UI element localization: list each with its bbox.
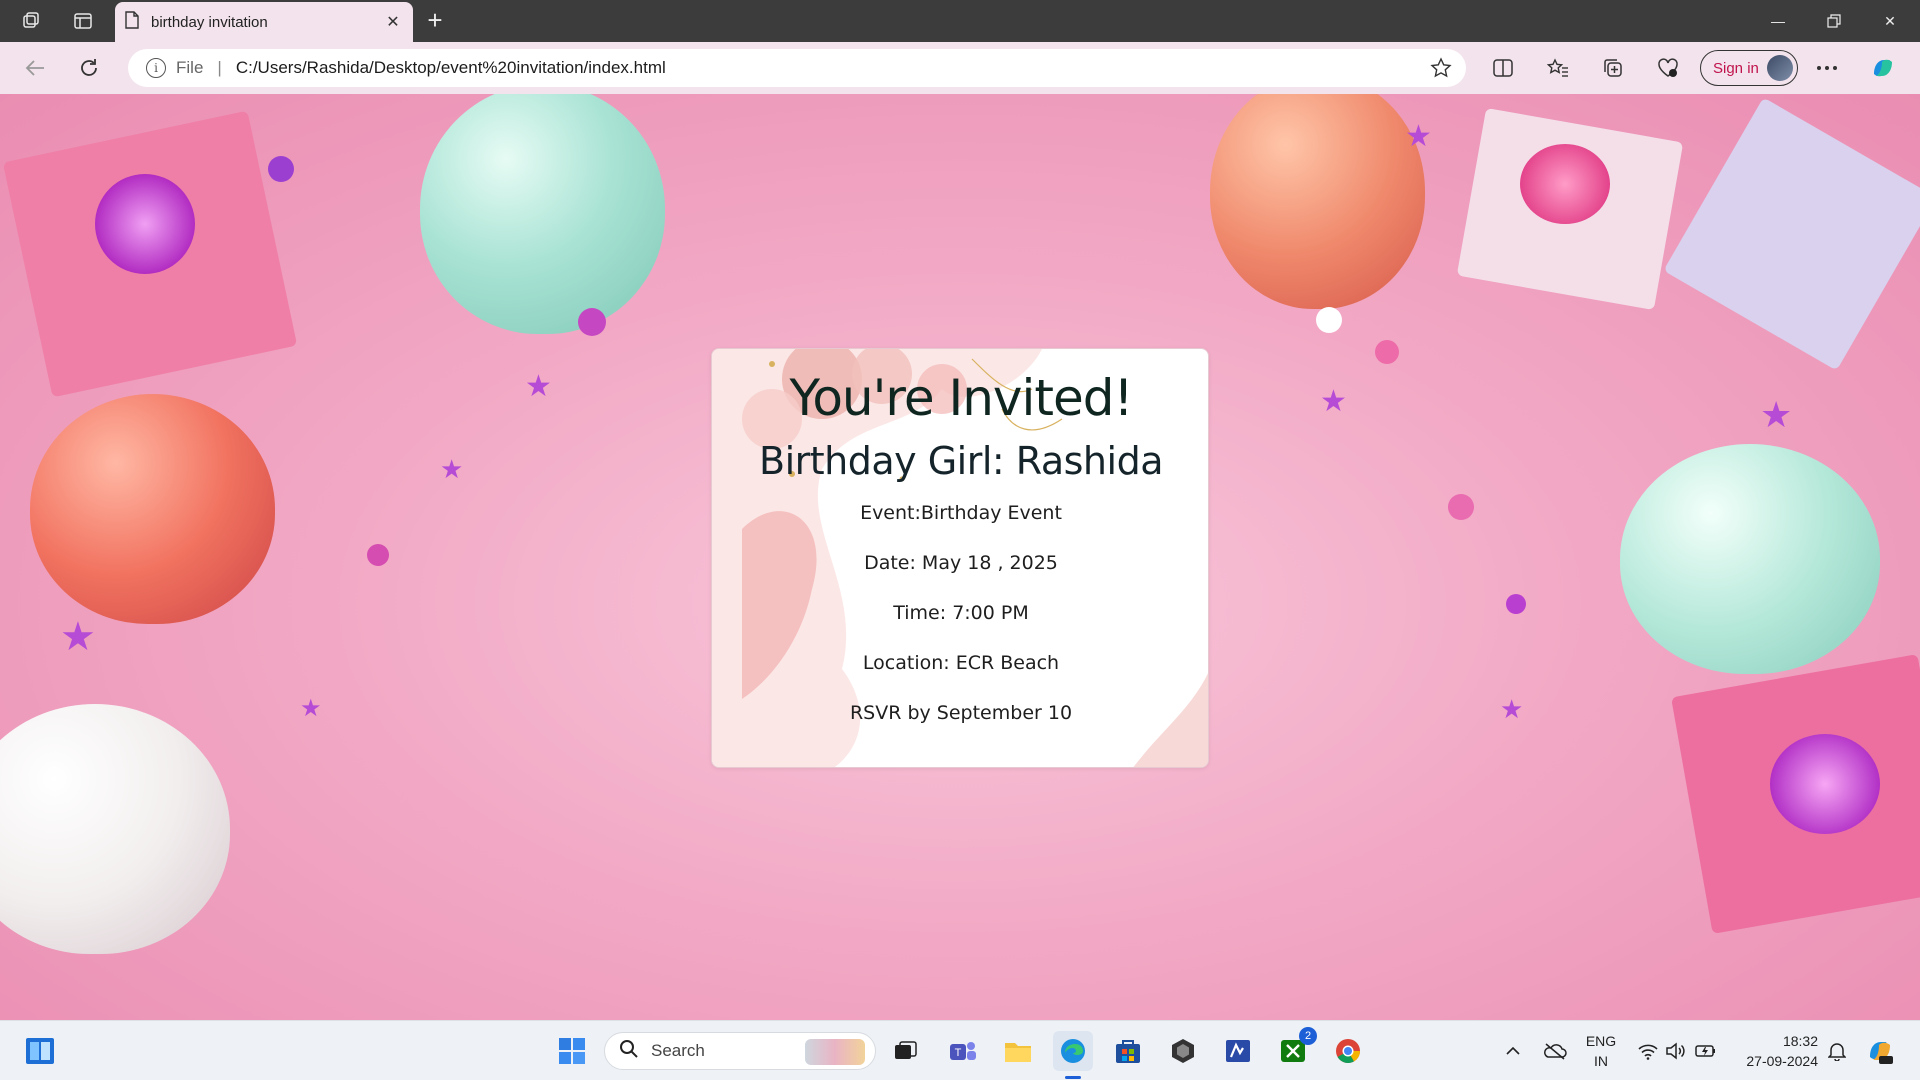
confetti-star: ★ [440, 454, 464, 484]
avatar [1767, 55, 1793, 81]
confetti-star: ★ [1760, 394, 1793, 435]
volume-icon[interactable] [1662, 1021, 1690, 1080]
copilot-icon[interactable] [1866, 52, 1900, 84]
language-top: ENG [1585, 1033, 1617, 1049]
active-app-indicator [1065, 1076, 1081, 1079]
confetti-star: ★ [1405, 120, 1432, 153]
coral-balloon-top [1210, 94, 1425, 309]
taskbar: Search T 2 ENG IN 18:32 27-09-2024 [0, 1020, 1920, 1080]
browser-toolbar: i File | C:/Users/Rashida/Desktop/event%… [0, 42, 1920, 94]
minimize-button[interactable]: — [1750, 0, 1806, 42]
widgets-icon[interactable] [20, 1031, 60, 1071]
onedrive-icon[interactable] [1540, 1021, 1570, 1080]
new-tab-button[interactable]: + [418, 6, 452, 36]
xbox-icon[interactable]: 2 [1273, 1027, 1317, 1071]
time-line: Time: 7:00 PM [893, 602, 1029, 624]
coral-balloon-left [30, 394, 275, 624]
edge-icon[interactable] [1053, 1031, 1093, 1079]
unity-icon[interactable] [1163, 1031, 1203, 1071]
wifi-icon[interactable] [1634, 1021, 1662, 1080]
task-view-icon[interactable] [886, 1031, 926, 1071]
language-bottom: IN [1594, 1053, 1608, 1069]
date-line: Date: May 18 , 2025 [864, 552, 1058, 574]
file-explorer-icon[interactable] [998, 1031, 1038, 1071]
split-screen-icon[interactable] [1486, 52, 1520, 84]
address-bar[interactable]: i File | C:/Users/Rashida/Desktop/event%… [128, 49, 1466, 87]
confetti-dot [367, 544, 389, 566]
chrome-icon[interactable] [1328, 1031, 1368, 1071]
tab-title: birthday invitation [151, 13, 268, 31]
ribbon-bow-top-left [95, 174, 195, 274]
svg-text:T: T [955, 1047, 962, 1059]
search-highlight-image [805, 1039, 865, 1065]
tab-strip: birthday invitation ✕ + — ✕ [0, 0, 1920, 42]
page-background: ★ ★ ★ ★ ★ ★ ★ ★ You're Invited! Birthday… [0, 94, 1920, 1020]
show-hidden-icons-chevron-up-icon[interactable] [1500, 1021, 1526, 1080]
confetti-dot [1448, 494, 1474, 520]
copilot-preview-icon[interactable] [1862, 1021, 1898, 1080]
restore-button[interactable] [1806, 0, 1862, 42]
mint-balloon-top [420, 94, 665, 334]
birthday-girl-name: Birthday Girl: Rashida [759, 439, 1163, 483]
visual-studio-icon[interactable] [1218, 1031, 1258, 1071]
confetti-star: ★ [60, 615, 96, 659]
page-icon [125, 11, 139, 33]
xbox-notification-badge: 2 [1299, 1027, 1317, 1045]
tab-actions-icon[interactable] [66, 6, 100, 36]
sign-in-label: Sign in [1713, 59, 1759, 77]
address-separator: | [217, 58, 222, 77]
invitation-heading: You're Invited! [789, 369, 1133, 427]
close-tab-icon[interactable]: ✕ [383, 12, 403, 32]
browser-essentials-icon[interactable] [1651, 52, 1685, 84]
back-arrow-icon[interactable] [18, 52, 52, 84]
mint-balloon-right [1620, 444, 1880, 674]
start-icon[interactable] [552, 1031, 592, 1071]
taskbar-search[interactable]: Search [604, 1032, 876, 1070]
workspaces-icon[interactable] [14, 6, 48, 36]
address-scheme: File [176, 58, 204, 77]
rsvp-line: RSVR by September 10 [849, 702, 1073, 724]
confetti-dot [1316, 307, 1342, 333]
language-indicator[interactable]: ENG IN [1584, 1031, 1618, 1071]
notification-bell-icon[interactable] [1824, 1021, 1850, 1080]
confetti-star: ★ [300, 695, 322, 722]
teams-icon[interactable]: T [943, 1031, 983, 1071]
favorites-icon[interactable] [1541, 52, 1575, 84]
confetti-star: ★ [1500, 694, 1524, 724]
confetti-dot [1375, 340, 1399, 364]
tab-birthday-invitation[interactable]: birthday invitation ✕ [115, 2, 413, 42]
collections-icon[interactable] [1596, 52, 1630, 84]
white-balloon-left [0, 704, 230, 954]
store-icon[interactable] [1108, 1031, 1148, 1071]
refresh-icon[interactable] [72, 52, 106, 84]
confetti-star: ★ [525, 370, 552, 403]
invitation-card: You're Invited! Birthday Girl: Rashida E… [711, 348, 1209, 768]
event-line: Event:Birthday Event [860, 502, 1062, 524]
clock-date: 27-09-2024 [1746, 1053, 1818, 1069]
taskbar-clock[interactable]: 18:32 27-09-2024 [1738, 1031, 1818, 1071]
search-label: Search [651, 1041, 705, 1060]
confetti-dot [268, 156, 294, 182]
battery-charging-icon[interactable] [1692, 1021, 1720, 1080]
ribbon-bow-top-right [1520, 144, 1610, 224]
location-line: Location: ECR Beach [862, 652, 1060, 674]
address-url[interactable]: C:/Users/Rashida/Desktop/event%20invitat… [236, 58, 666, 78]
confetti-dot [1506, 594, 1526, 614]
ribbon-bow-bottom-right [1770, 734, 1880, 834]
confetti-star: ★ [1320, 385, 1347, 418]
confetti-dot [578, 308, 606, 336]
open-gift-box [1663, 97, 1920, 371]
favorite-star-icon[interactable] [1430, 57, 1452, 79]
more-options-icon[interactable] [1810, 52, 1844, 84]
search-icon [619, 1039, 639, 1064]
site-info-icon[interactable]: i [146, 58, 166, 78]
clock-time: 18:32 [1782, 1033, 1818, 1049]
sign-in-button[interactable]: Sign in [1700, 50, 1798, 86]
close-window-button[interactable]: ✕ [1862, 0, 1918, 42]
